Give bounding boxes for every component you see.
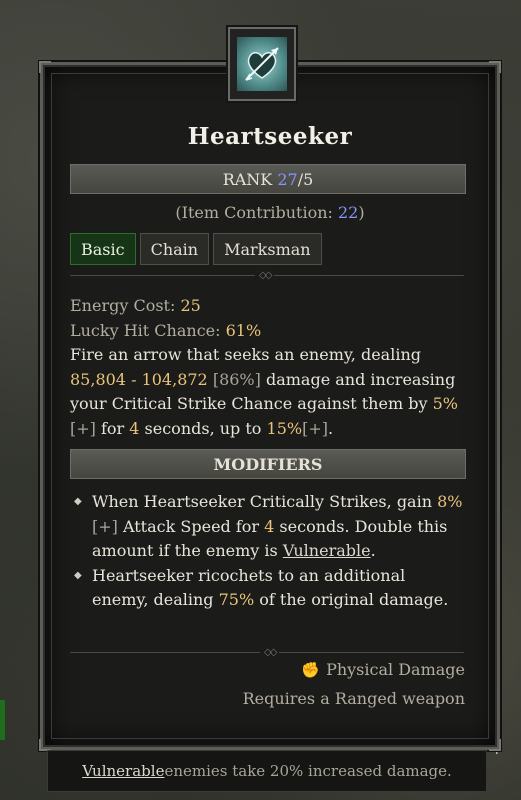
diamond-bullet-icon: ◆	[74, 496, 82, 507]
lucky-hit-line: Lucky Hit Chance: 61%	[70, 319, 464, 344]
energy-cost-line: Energy Cost: 25	[70, 294, 464, 319]
mod-text: Critically Strikes, gain	[244, 492, 438, 511]
rank-bar: RANK 27/5	[70, 164, 466, 194]
desc-text: for	[95, 418, 130, 438]
desc-text: your Critical Strike Chance against them…	[70, 394, 433, 413]
crit-percent: 5%	[432, 394, 458, 413]
section-divider: ◇◇	[70, 270, 464, 281]
modifier-item: ◆ When Heartseeker Critically Strikes, g…	[70, 490, 464, 564]
tag-basic: Basic	[70, 233, 136, 265]
mod-text: Attack Speed for	[117, 516, 265, 536]
scaling-indicator: [+]	[92, 516, 118, 536]
rank-label: RANK	[222, 169, 273, 189]
desc-text: seconds, up to	[139, 418, 267, 438]
weapon-requirement: Requires a Ranged weapon	[242, 689, 465, 708]
item-contribution: (Item Contribution: 22)	[40, 203, 500, 222]
modifier-item: ◆ Heartseeker ricochets to an additional…	[70, 564, 464, 613]
contribution-suffix: )	[358, 203, 365, 222]
energy-cost-value: 25	[180, 296, 201, 315]
mod-text: of the original damage.	[254, 590, 449, 609]
corner-ornament	[489, 61, 501, 73]
desc-text: damage and increasing	[260, 369, 456, 389]
scaling-indicator: [+]	[302, 418, 328, 438]
contribution-label: (Item Contribution:	[175, 203, 338, 222]
skill-title: Heartseeker	[187, 123, 353, 150]
corner-ornament	[489, 739, 501, 751]
mod-text: When	[92, 492, 144, 511]
vulnerable-keyword-link[interactable]: Vulnerable	[283, 541, 371, 560]
skill-name-ref: Heartseeker	[143, 492, 245, 511]
keyword-tooltip: Vulnerable enemies take 20% increased da…	[47, 750, 487, 792]
skill-tags: Basic Chain Marksman	[70, 233, 322, 265]
rank-max: 5	[303, 169, 314, 189]
duration-value: 4	[129, 418, 140, 438]
corner-ornament	[39, 61, 51, 73]
rank-current: 27	[277, 169, 298, 189]
max-crit-percent: 15%	[266, 418, 303, 438]
modifiers-header: MODIFIERS	[70, 449, 466, 479]
fist-icon: ✊	[301, 660, 321, 679]
duration-value: 4	[264, 516, 275, 536]
section-divider: ◇◇	[70, 647, 464, 658]
skill-icon-frame	[228, 27, 296, 101]
damage-percent: 75%	[218, 590, 255, 609]
skill-description: Fire an arrow that seeks an enemy, deali…	[70, 343, 464, 441]
tag-chain: Chain	[139, 233, 210, 265]
skill-name-ref: Heartseeker	[92, 565, 193, 585]
skill-stats: Energy Cost: 25 Lucky Hit Chance: 61% Fi…	[70, 294, 464, 441]
contribution-value: 22	[338, 203, 359, 222]
attack-speed-percent: 8%	[437, 492, 463, 511]
diamond-bullet-icon: ◆	[74, 569, 82, 581]
heart-arrow-icon	[237, 37, 287, 91]
desc-text: .	[327, 418, 334, 438]
scaling-indicator: [+]	[70, 418, 96, 438]
lucky-hit-label: Lucky Hit Chance:	[70, 320, 226, 340]
damage-range: 85,804 - 104,872	[70, 369, 208, 389]
damage-type-label: Physical Damage	[326, 660, 465, 679]
desc-text: Fire an arrow that seeks an enemy, deali…	[70, 345, 421, 364]
damage-percent: [86%]	[212, 369, 261, 389]
tooltip-keyword: Vulnerable	[82, 762, 165, 780]
tooltip-text: enemies take 20% increased damage.	[164, 762, 452, 780]
energy-cost-label: Energy Cost:	[70, 296, 181, 315]
modifiers-list: ◆ When Heartseeker Critically Strikes, g…	[70, 490, 464, 613]
skill-slot-edge[interactable]	[0, 700, 5, 740]
mod-text: .	[370, 541, 376, 560]
damage-type: ✊ Physical Damage	[301, 660, 465, 679]
lucky-hit-value: 61%	[225, 320, 262, 340]
tag-marksman: Marksman	[213, 233, 322, 265]
